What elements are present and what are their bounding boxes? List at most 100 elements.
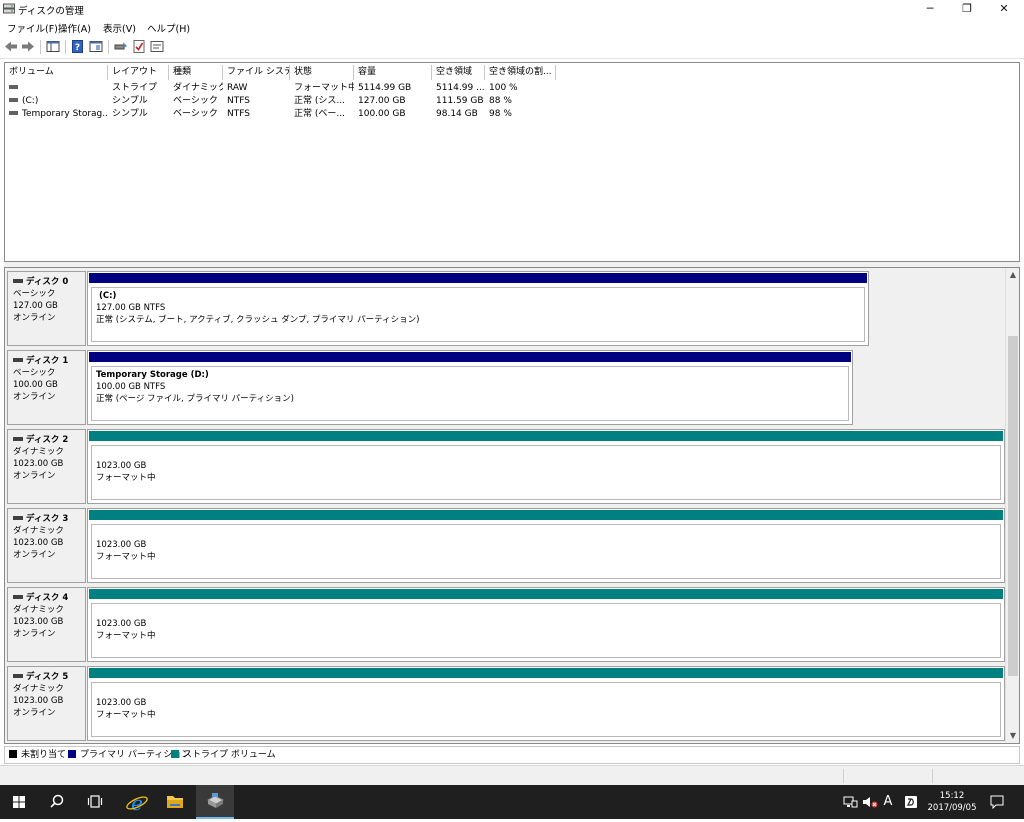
file-explorer-button[interactable]: [156, 785, 194, 819]
disk-management-taskbar-button[interactable]: [196, 785, 234, 819]
vertical-scrollbar[interactable]: ▲ ▼: [1005, 268, 1019, 743]
disk-label[interactable]: ディスク 4 ダイナミック 1023.00 GB オンライン: [7, 587, 86, 662]
help-icon[interactable]: ?: [71, 40, 85, 53]
toolbar-separator: [108, 40, 109, 54]
toolbar: ?: [0, 35, 1024, 59]
title-bar: ディスクの管理 ─ ❐ ✕: [0, 0, 1024, 18]
legend: 未割り当て プライマリ パーティション ストライプ ボリューム: [4, 746, 1020, 764]
disk-label[interactable]: ディスク 0 ベーシック 127.00 GB オンライン: [7, 271, 86, 346]
column-header-status[interactable]: 状態: [290, 65, 354, 80]
disk-row: ディスク 1 ベーシック 100.00 GB オンライン Temporary S…: [5, 347, 1005, 426]
disk-label[interactable]: ディスク 5 ダイナミック 1023.00 GB オンライン: [7, 666, 86, 741]
file-explorer-icon: [167, 796, 183, 808]
disk-icon: [13, 673, 23, 678]
forward-icon[interactable]: [21, 40, 35, 53]
disk-row: ディスク 0 ベーシック 127.00 GB オンライン (C:) 127.00…: [5, 268, 1005, 347]
partition-bar-primary: [89, 352, 851, 362]
partition-bar-striped: [89, 431, 1003, 441]
close-button[interactable]: ✕: [986, 0, 1022, 18]
menu-view[interactable]: 表示(V): [103, 21, 136, 35]
disk-label[interactable]: ディスク 1 ベーシック 100.00 GB オンライン: [7, 350, 86, 425]
partition[interactable]: 1023.00 GB フォーマット中: [87, 429, 1005, 504]
toolbar-separator: [65, 40, 66, 54]
legend-unallocated: 未割り当て: [9, 749, 66, 761]
internet-explorer-icon: e: [126, 791, 148, 815]
disk-management-icon: [206, 793, 225, 808]
column-header-free-percent[interactable]: 空き領域の割...: [485, 65, 556, 80]
clock-time: 15:12: [939, 791, 965, 801]
disk-label[interactable]: ディスク 2 ダイナミック 1023.00 GB オンライン: [7, 429, 86, 504]
scroll-thumb[interactable]: [1008, 336, 1018, 676]
partition[interactable]: 1023.00 GB フォーマット中: [87, 666, 1005, 741]
partition-bar-primary: [89, 273, 867, 283]
menu-action[interactable]: 操作(A): [58, 21, 91, 35]
legend-swatch: [171, 749, 179, 758]
column-header-free-space[interactable]: 空き領域: [432, 65, 485, 80]
cell-free-space: 111.59 GB: [436, 96, 484, 106]
show-hide-pane-icon[interactable]: [89, 40, 103, 53]
volume-list: ボリューム レイアウト 種類 ファイル システム 状態 容量 空き領域 空き領域…: [4, 62, 1020, 262]
menu-file[interactable]: ファイル(F): [7, 21, 58, 35]
clock-date: 2017/09/05: [927, 803, 977, 813]
disk-icon: [13, 436, 23, 441]
partition-body: (C:) 127.00 GB NTFS 正常 (システム, ブート, アクティブ…: [91, 287, 865, 342]
svg-text:?: ?: [75, 43, 80, 53]
legend-swatch: [68, 749, 76, 758]
svg-text:e: e: [131, 791, 143, 815]
disk-row: ディスク 5 ダイナミック 1023.00 GB オンライン 1023.00 G…: [5, 663, 1005, 742]
volume-row[interactable]: (C:) シンプル ベーシック NTFS 正常 (シス... 127.00 GB…: [5, 95, 1019, 108]
cell-free-space: 98.14 GB: [436, 109, 478, 119]
partition[interactable]: 1023.00 GB フォーマット中: [87, 508, 1005, 583]
cell-filesystem: NTFS: [227, 96, 250, 106]
connect-disk-icon[interactable]: [114, 40, 128, 53]
column-header-volume[interactable]: ボリューム: [5, 65, 108, 80]
cell-free-percent: 88 %: [489, 96, 512, 106]
column-header-filesystem[interactable]: ファイル システム: [223, 65, 290, 80]
properties-icon[interactable]: [150, 40, 164, 53]
volume-row[interactable]: Temporary Storag... シンプル ベーシック NTFS 正常 (…: [5, 108, 1019, 121]
menu-help[interactable]: ヘルプ(H): [147, 21, 190, 35]
partition[interactable]: 1023.00 GB フォーマット中: [87, 587, 1005, 662]
volume-muted-icon[interactable]: [861, 795, 879, 809]
taskbar-clock[interactable]: 15:12 2017/09/05: [922, 790, 982, 814]
minimize-button[interactable]: ─: [912, 0, 948, 18]
task-view-button[interactable]: [76, 785, 114, 819]
taskbar: e A 15:12 2017/09/05: [0, 785, 1024, 819]
status-divider: [932, 769, 933, 783]
console-tree-icon[interactable]: [46, 40, 60, 53]
partition-body: 1023.00 GB フォーマット中: [91, 524, 1001, 579]
column-header-capacity[interactable]: 容量: [354, 65, 432, 80]
disk-row: ディスク 3 ダイナミック 1023.00 GB オンライン 1023.00 G…: [5, 505, 1005, 584]
restore-button[interactable]: ❐: [949, 0, 985, 18]
notification-icon[interactable]: [988, 795, 1006, 810]
internet-explorer-button[interactable]: e: [118, 785, 156, 819]
ime-options-icon[interactable]: [903, 795, 919, 809]
partition[interactable]: Temporary Storage (D:) 100.00 GB NTFS 正常…: [87, 350, 853, 425]
start-button[interactable]: [0, 785, 38, 819]
partition[interactable]: (C:) 127.00 GB NTFS 正常 (システム, ブート, アクティブ…: [87, 271, 869, 346]
partition-bar-striped: [89, 589, 1003, 599]
disk-label[interactable]: ディスク 3 ダイナミック 1023.00 GB オンライン: [7, 508, 86, 583]
partition-body: 1023.00 GB フォーマット中: [91, 445, 1001, 500]
properties-check-icon[interactable]: [132, 40, 146, 53]
back-icon[interactable]: [4, 40, 18, 53]
column-header-layout[interactable]: レイアウト: [108, 65, 169, 80]
menu-bar: ファイル(F) 操作(A) 表示(V) ヘルプ(H): [0, 18, 1024, 35]
cell-type: ベーシック: [173, 109, 218, 119]
search-button[interactable]: [38, 785, 76, 819]
column-header-type[interactable]: 種類: [169, 65, 223, 80]
task-view-icon: [87, 795, 103, 808]
cell-volume: (C:): [5, 95, 108, 108]
cell-capacity: 100.00 GB: [358, 109, 406, 119]
cell-filesystem: RAW: [227, 83, 248, 93]
start-icon: [13, 796, 25, 808]
cell-status: 正常 (シス...: [294, 96, 345, 106]
scroll-down-icon[interactable]: ▼: [1006, 729, 1019, 743]
volume-icon: [9, 110, 18, 115]
partition-bar-striped: [89, 668, 1003, 678]
ime-mode-indicator[interactable]: A: [881, 795, 895, 809]
search-icon: [50, 794, 64, 808]
network-icon[interactable]: [842, 795, 858, 809]
scroll-up-icon[interactable]: ▲: [1006, 268, 1019, 282]
volume-row[interactable]: ストライプ ダイナミック RAW フォーマット中 5114.99 GB 5114…: [5, 82, 1019, 95]
